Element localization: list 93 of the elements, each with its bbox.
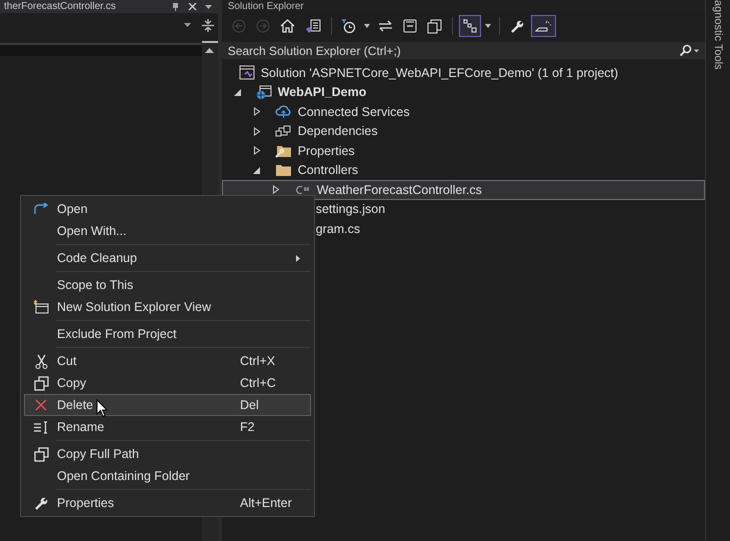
tree-item-label: Properties: [298, 144, 355, 158]
scroll-up-icon[interactable]: [205, 48, 214, 53]
expanded-arrow-icon[interactable]: [252, 166, 261, 175]
menu-item[interactable]: Open: [24, 198, 311, 220]
menu-item[interactable]: Copy Full Path: [24, 443, 311, 465]
tree-item[interactable]: Properties: [222, 141, 706, 160]
tree-item-label: Connected Services: [298, 104, 410, 119]
copy-icon: [34, 446, 48, 462]
menu-item-label: Open: [57, 202, 88, 216]
tree-item[interactable]: Controllers: [222, 160, 706, 180]
folder-wrench-icon: [274, 144, 292, 158]
shortcut-label: F2: [240, 420, 256, 434]
mouse-pointer-icon: [96, 399, 108, 418]
wrench-icon: [510, 18, 525, 34]
menu-item-label: Open Containing Folder: [57, 469, 190, 483]
preview-icon: [534, 20, 552, 32]
menu-item-label: Properties: [57, 496, 114, 510]
collapsed-arrow-icon[interactable]: [252, 126, 261, 136]
menu-item[interactable]: Code Cleanup: [24, 247, 311, 269]
menu-item[interactable]: Cut Ctrl+X: [24, 350, 311, 372]
menu-item-label: Code Cleanup: [57, 251, 137, 265]
menu-item-label: Copy Full Path: [57, 447, 139, 461]
menu-item[interactable]: Exclude From Project: [24, 323, 311, 345]
shortcut-label: Ctrl+C: [240, 376, 277, 390]
caret-icon: [364, 24, 370, 28]
nodes-icon: [462, 19, 477, 33]
collapsed-arrow-icon[interactable]: [272, 185, 280, 194]
tree-item[interactable]: WeatherForecastController.cs: [222, 180, 706, 200]
back-icon: [232, 19, 246, 33]
menu-item-label: Open With...: [57, 224, 126, 238]
stacked-pages-icon: [426, 18, 442, 34]
menu-item[interactable]: Delete Del: [24, 394, 311, 416]
forward-icon: [256, 19, 270, 33]
menu-item[interactable]: Open Containing Folder: [24, 465, 311, 487]
collapsed-arrow-icon[interactable]: [252, 146, 261, 156]
expanded-arrow-icon[interactable]: [234, 88, 242, 97]
menu-item-label: New Solution Explorer View: [57, 300, 212, 314]
side-tab[interactable]: agnostic Tools: [711, 0, 726, 70]
menu-item[interactable]: Properties Alt+Enter: [24, 492, 311, 514]
menu-item-label: Exclude From Project: [57, 327, 176, 341]
menu-item-label: Rename: [57, 420, 104, 434]
scissors-icon: [34, 354, 48, 368]
wrench-icon: [34, 496, 48, 510]
delete-icon: [35, 399, 47, 411]
tree-item-label: Dependencies: [298, 124, 378, 138]
search-field[interactable]: Search Solution Explorer (Ctrl+;): [222, 42, 674, 59]
menu-item[interactable]: New Solution Explorer View: [24, 296, 311, 318]
tree-item[interactable]: WebAPI_Demo: [222, 82, 706, 102]
menu-item[interactable]: Open With...: [24, 220, 311, 242]
menu-item[interactable]: Copy Ctrl+C: [24, 372, 311, 394]
dependencies-icon: [274, 124, 292, 138]
home-icon: [280, 19, 295, 33]
split-icon[interactable]: [202, 18, 214, 32]
clock-icon: [342, 18, 356, 34]
project-icon: [256, 84, 272, 100]
tree-item-label: WebAPI_Demo: [278, 85, 366, 100]
collapse-icon: [402, 19, 417, 33]
caret-icon: [484, 24, 491, 28]
folder-icon: [274, 163, 292, 178]
window-icon: [33, 300, 49, 314]
solution-icon: [238, 65, 255, 80]
menu-item-label: Copy: [57, 376, 86, 390]
tree-item[interactable]: Connected Services: [222, 102, 706, 122]
document-icon: [304, 18, 321, 34]
close-icon[interactable]: [188, 2, 197, 10]
rename-icon: [33, 420, 49, 434]
shortcut-label: Del: [240, 398, 260, 412]
copy-icon: [34, 376, 48, 390]
menu-item-label: Scope to This: [57, 278, 134, 292]
tree-item[interactable]: Dependencies: [222, 122, 706, 141]
shortcut-label: Ctrl+X: [240, 354, 276, 368]
tree-item-label: Solution 'ASPNETCore_WebAPI_EFCore_Demo' (1 of 1 project): [260, 66, 618, 80]
menu-item[interactable]: Rename F2: [24, 416, 311, 438]
menu-item-label: Delete: [57, 398, 94, 412]
pin-icon[interactable]: [170, 2, 180, 10]
tree-item-label: Controllers: [298, 163, 358, 178]
tree-item-label: gram.cs: [316, 222, 360, 236]
panel-title: Solution Explorer: [228, 0, 304, 12]
tree-item-label: WeatherForecastController.cs: [316, 182, 482, 197]
tree-item-label: settings.json: [316, 202, 386, 216]
search-icon[interactable]: [673, 42, 706, 59]
caret-icon[interactable]: [204, 4, 212, 8]
tree-item[interactable]: Solution 'ASPNETCore_WebAPI_EFCore_Demo' (1 of 1 project): [222, 63, 706, 82]
redo-arrow-icon: [33, 203, 49, 215]
shortcut-label: Alt+Enter: [240, 496, 293, 510]
toolbar-button[interactable]: [530, 15, 556, 37]
cloud-icon: [274, 104, 292, 119]
caret-icon: [184, 23, 191, 27]
toolbar-button[interactable]: [458, 15, 481, 37]
menu-item-label: Cut: [57, 354, 76, 368]
menu-item[interactable]: Scope to This: [24, 274, 311, 296]
collapsed-arrow-icon[interactable]: [252, 107, 261, 116]
sync-arrows-icon: [378, 20, 393, 32]
